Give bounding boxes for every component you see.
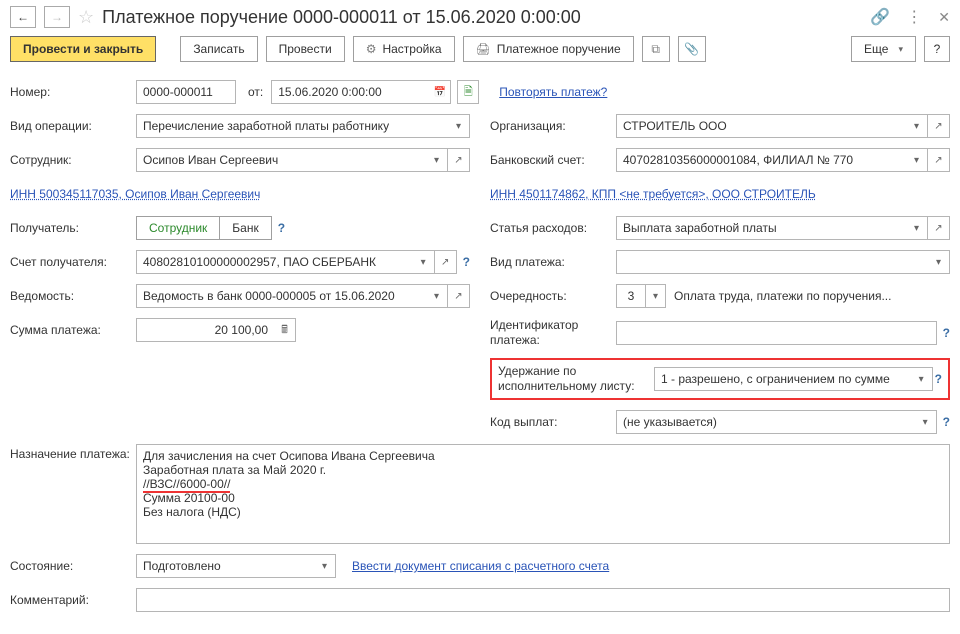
vedomost-field[interactable]: Ведомость в банк 0000-000005 от 15.06.20… bbox=[136, 284, 426, 308]
amount-field[interactable]: 20 100,00 bbox=[136, 318, 274, 342]
post-button[interactable]: Провести bbox=[266, 36, 345, 62]
paperclip-icon: 📎 bbox=[684, 42, 699, 56]
date-field[interactable]: 15.06.2020 0:00:00 bbox=[271, 80, 429, 104]
enforcement-highlight: Удержание по исполнительному листу: 1 - … bbox=[490, 358, 950, 400]
priority-label: Очередность: bbox=[490, 289, 616, 303]
expense-item-open-icon[interactable]: ↗ bbox=[928, 216, 950, 240]
purpose-label: Назначение платежа: bbox=[10, 444, 136, 461]
expense-item-field[interactable]: Выплата заработной платы bbox=[616, 216, 906, 240]
inn-kpp-link[interactable]: ИНН 4501174862, КПП <не требуется>, ООО … bbox=[490, 187, 816, 201]
window-title: Платежное поручение 0000-000011 от 15.06… bbox=[102, 7, 858, 28]
status-label: Состояние: bbox=[10, 559, 136, 573]
payee-seg-employee[interactable]: Сотрудник bbox=[136, 216, 219, 240]
link-icon[interactable]: 🔗 bbox=[870, 7, 890, 27]
calendar-icon[interactable]: 📅 bbox=[429, 80, 451, 104]
attach-button[interactable]: 📎 bbox=[678, 36, 706, 62]
priority-dropdown[interactable]: ▾ bbox=[645, 285, 665, 307]
organization-field[interactable]: СТРОИТЕЛЬ ООО bbox=[616, 114, 906, 138]
payout-code-field[interactable]: (не указывается) bbox=[616, 410, 915, 434]
bank-account-open-icon[interactable]: ↗ bbox=[928, 148, 950, 172]
write-button[interactable]: Записать bbox=[180, 36, 257, 62]
repeat-payment-link[interactable]: Повторять платеж? bbox=[499, 85, 607, 99]
expense-item-dropdown[interactable]: ▾ bbox=[906, 216, 928, 240]
post-and-close-button[interactable]: Провести и закрыть bbox=[10, 36, 156, 62]
payee-account-help[interactable]: ? bbox=[463, 255, 470, 269]
number-label: Номер: bbox=[10, 85, 136, 99]
payee-account-dropdown[interactable]: ▾ bbox=[413, 250, 435, 274]
payee-account-open-icon[interactable]: ↗ bbox=[435, 250, 457, 274]
number-field[interactable]: 0000-000011 bbox=[136, 80, 236, 104]
bank-account-dropdown[interactable]: ▾ bbox=[906, 148, 928, 172]
more-button[interactable]: Еще▾ bbox=[851, 36, 916, 62]
link-structure-icon: ⧉ bbox=[651, 42, 660, 57]
amount-label: Сумма платежа: bbox=[10, 323, 136, 337]
menu-icon[interactable]: ⋮ bbox=[906, 7, 922, 27]
bank-account-label: Банковский счет: bbox=[490, 153, 616, 167]
employee-field[interactable]: Осипов Иван Сергеевич bbox=[136, 148, 426, 172]
operation-type-field[interactable]: Перечисление заработной платы работнику bbox=[136, 114, 448, 138]
enforcement-help[interactable]: ? bbox=[935, 372, 942, 386]
bank-account-field[interactable]: 40702810356000001084, ФИЛИАЛ № 770 bbox=[616, 148, 906, 172]
payment-order-button[interactable]: 🖨Платежное поручение bbox=[463, 36, 634, 62]
enforcement-dropdown[interactable]: ▾ bbox=[911, 367, 933, 391]
close-icon[interactable]: ✕ bbox=[938, 9, 950, 26]
status-dropdown[interactable]: ▾ bbox=[314, 554, 336, 578]
comment-label: Комментарий: bbox=[10, 593, 136, 607]
operation-type-label: Вид операции: bbox=[10, 119, 136, 133]
payee-account-label: Счет получателя: bbox=[10, 255, 136, 269]
priority-field[interactable]: 3 ▾ bbox=[616, 284, 666, 308]
vedomost-dropdown[interactable]: ▾ bbox=[426, 284, 448, 308]
payee-account-field[interactable]: 40802810100000002957, ПАО СБЕРБАНК bbox=[136, 250, 413, 274]
from-label: от: bbox=[248, 85, 263, 99]
employee-label: Сотрудник: bbox=[10, 153, 136, 167]
payee-label: Получатель: bbox=[10, 221, 136, 235]
gear-icon: ⚙ bbox=[366, 42, 377, 56]
inn-employee-link[interactable]: ИНН 500345117035, Осипов Иван Сергеевич bbox=[10, 187, 260, 201]
payout-code-label: Код выплат: bbox=[490, 415, 616, 429]
favorite-icon[interactable]: ☆ bbox=[78, 7, 94, 28]
operation-type-dropdown[interactable]: ▾ bbox=[448, 114, 470, 138]
enforcement-label: Удержание по исполнительному листу: bbox=[498, 364, 654, 394]
organization-dropdown[interactable]: ▾ bbox=[906, 114, 928, 138]
green-doc-icon[interactable]: 🗎 bbox=[457, 80, 479, 104]
back-button[interactable]: ← bbox=[10, 6, 36, 28]
organization-label: Организация: bbox=[490, 119, 616, 133]
forward-button[interactable]: → bbox=[44, 6, 70, 28]
payment-type-label: Вид платежа: bbox=[490, 255, 616, 269]
payment-id-field[interactable] bbox=[616, 321, 937, 345]
payment-id-help[interactable]: ? bbox=[943, 326, 950, 340]
vedomost-open-icon[interactable]: ↗ bbox=[448, 284, 470, 308]
payment-type-field[interactable] bbox=[616, 250, 928, 274]
payout-code-dropdown[interactable]: ▾ bbox=[915, 410, 937, 434]
payee-seg-bank[interactable]: Банк bbox=[219, 216, 271, 240]
payee-help[interactable]: ? bbox=[278, 221, 285, 235]
priority-desc: Оплата труда, платежи по поручения... bbox=[674, 289, 891, 303]
payout-code-help[interactable]: ? bbox=[943, 415, 950, 429]
employee-dropdown[interactable]: ▾ bbox=[426, 148, 448, 172]
payment-type-dropdown[interactable]: ▾ bbox=[928, 250, 950, 274]
employee-open-icon[interactable]: ↗ bbox=[448, 148, 470, 172]
amount-calc-icon[interactable]: 🖩 bbox=[274, 318, 296, 342]
settings-button[interactable]: ⚙Настройка bbox=[353, 36, 455, 62]
payee-segment: Сотрудник Банк bbox=[136, 216, 272, 240]
comment-field[interactable] bbox=[136, 588, 950, 612]
purpose-textarea[interactable]: Для зачисления на счет Осипова Ивана Сер… bbox=[136, 444, 950, 544]
organization-open-icon[interactable]: ↗ bbox=[928, 114, 950, 138]
structure-button[interactable]: ⧉ bbox=[642, 36, 670, 62]
payment-id-label: Идентификатор платежа: bbox=[490, 318, 616, 348]
status-field[interactable]: Подготовлено bbox=[136, 554, 314, 578]
enforcement-field[interactable]: 1 - разрешено, с ограничением по сумме bbox=[654, 367, 911, 391]
help-button[interactable]: ? bbox=[924, 36, 950, 62]
enter-writeoff-link[interactable]: Ввести документ списания с расчетного сч… bbox=[352, 559, 609, 573]
expense-item-label: Статья расходов: bbox=[490, 221, 616, 235]
vedomost-label: Ведомость: bbox=[10, 289, 136, 303]
printer-icon: 🖨 bbox=[476, 42, 491, 56]
